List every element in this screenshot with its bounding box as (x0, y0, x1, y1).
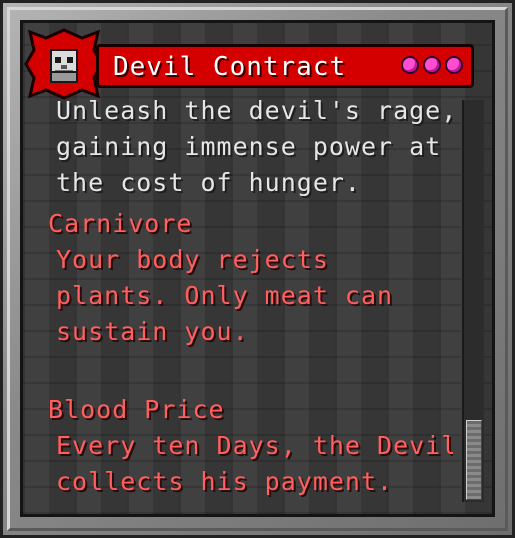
trait-desc-line: Every ten Days, the Devil (56, 431, 453, 460)
trait-name-blood-price: Blood Price (48, 395, 225, 424)
scrollbar-track[interactable] (462, 100, 484, 502)
description-line: Unleash the devil's rage, (56, 96, 453, 125)
indicator-dot (423, 56, 441, 74)
skull-icon (24, 28, 104, 100)
description-line: gaining immense power at (56, 132, 442, 161)
window-title: Devil Contract (113, 52, 347, 82)
indicator-dot (401, 56, 419, 74)
trait-name-carnivore: Carnivore (48, 209, 193, 238)
scroll-content[interactable]: Unleash the devil's rage, gaining immens… (48, 92, 453, 502)
indicator-dot (445, 56, 463, 74)
trait-desc-line: sustain you. (56, 317, 249, 346)
trait-desc-line: Your body rejects (56, 245, 329, 274)
trait-desc-line: collects his payment. (56, 467, 394, 496)
scrollbar-thumb[interactable] (466, 420, 482, 500)
description-line: the cost of hunger. (56, 168, 361, 197)
trait-desc-line: plants. Only meat can (56, 281, 394, 310)
indicator-dots (401, 56, 463, 74)
title-banner: Devil Contract (96, 44, 474, 88)
